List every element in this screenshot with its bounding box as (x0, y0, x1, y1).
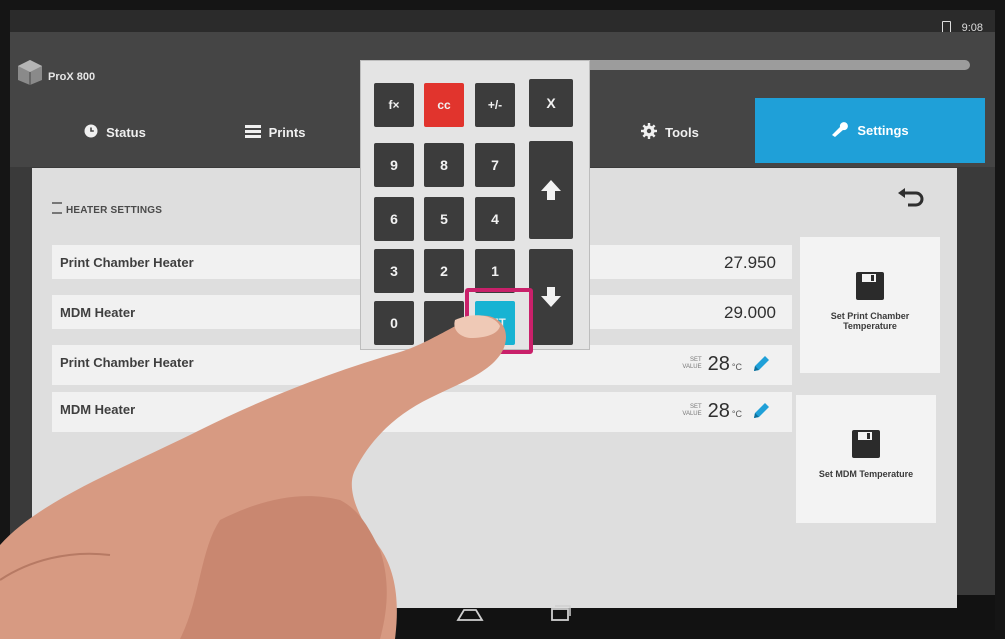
setpoint-value[interactable]: 28 (708, 353, 730, 376)
tab-tools[interactable]: Tools (590, 105, 750, 160)
back-button[interactable] (896, 186, 926, 214)
tap-highlight-box (465, 288, 533, 354)
row-label: MDM Heater (60, 305, 136, 320)
tab-prints-label: Prints (268, 125, 306, 140)
set-print-chamber-temperature-button[interactable]: Set Print Chamber Temperature (800, 237, 940, 373)
row-label: Print Chamber Heater (60, 255, 194, 270)
row-label: Print Chamber Heater (60, 355, 194, 370)
android-recent-apps-icon[interactable] (550, 604, 572, 622)
gear-icon (641, 123, 658, 142)
printer-name: ProX 800 (48, 71, 96, 83)
clock-icon (84, 124, 98, 141)
photo-frame: 9:08 ProX 800 Status Prints Tools Settin… (0, 0, 1005, 639)
tab-status-label: Status (106, 125, 146, 140)
wrench-icon (831, 121, 849, 140)
current-temperature-value: 27.950 (724, 253, 776, 272)
digit-8-key[interactable]: 8 (424, 143, 464, 187)
tab-prints[interactable]: Prints (200, 105, 350, 160)
set-value-group: SET VALUE 28 °C (682, 351, 774, 377)
decrement-key[interactable] (529, 249, 573, 345)
digit-9-key[interactable]: 9 (374, 143, 414, 187)
pencil-icon[interactable] (748, 351, 774, 377)
section-title: HEATER SETTINGS (52, 201, 162, 216)
fx-key[interactable]: f× (374, 83, 414, 127)
tab-settings-label: Settings (857, 123, 909, 138)
section-list-icon (52, 202, 62, 214)
digit-3-key[interactable]: 3 (374, 249, 414, 293)
setpoint-value[interactable]: 28 (708, 400, 730, 423)
temperature-unit: °C (731, 362, 742, 372)
row-label: MDM Heater (60, 402, 136, 417)
current-temperature-value: 29.000 (724, 303, 776, 322)
sign-toggle-key[interactable]: +/- (475, 83, 515, 127)
set-value-group: SET VALUE 28 °C (682, 398, 774, 424)
printer-logo-icon (16, 58, 44, 86)
digit-2-key[interactable]: 2 (424, 249, 464, 293)
save-disk-icon (856, 272, 884, 300)
tab-tools-label: Tools (665, 125, 699, 140)
down-arrow-icon (541, 287, 561, 307)
digit-5-key[interactable]: 5 (424, 197, 464, 241)
list-icon (244, 124, 261, 141)
heater-row-mdm-setpoint: MDM Heater SET VALUE 28 °C (52, 392, 792, 432)
digit-6-key[interactable]: 6 (374, 197, 414, 241)
tab-settings[interactable]: Settings (755, 98, 985, 163)
up-arrow-icon (541, 180, 561, 200)
digit-7-key[interactable]: 7 (475, 143, 515, 187)
status-progress-bar (575, 60, 970, 70)
action-label: Set MDM Temperature (818, 469, 914, 479)
save-disk-icon (852, 430, 880, 458)
digit-4-key[interactable]: 4 (475, 197, 515, 241)
temperature-unit: °C (731, 409, 742, 419)
set-mdm-temperature-button[interactable]: Set MDM Temperature (796, 395, 936, 523)
action-label: Set Print Chamber Temperature (830, 311, 910, 331)
set-value-caption: SET VALUE (682, 357, 702, 370)
undo-arrow-icon (898, 188, 924, 207)
clear-key[interactable]: cc (424, 83, 464, 127)
heater-row-print-chamber-setpoint: Print Chamber Heater SET VALUE 28 °C (52, 345, 792, 385)
increment-key[interactable] (529, 141, 573, 239)
tab-status[interactable]: Status (40, 105, 190, 160)
decimal-key[interactable] (424, 301, 464, 345)
digit-1-key[interactable]: 1 (475, 249, 515, 293)
close-keypad-key[interactable]: X (529, 79, 573, 127)
digit-0-key[interactable]: 0 (374, 301, 414, 345)
set-value-caption: SET VALUE (682, 404, 702, 417)
pencil-icon[interactable] (748, 398, 774, 424)
android-home-icon[interactable] (455, 608, 485, 622)
